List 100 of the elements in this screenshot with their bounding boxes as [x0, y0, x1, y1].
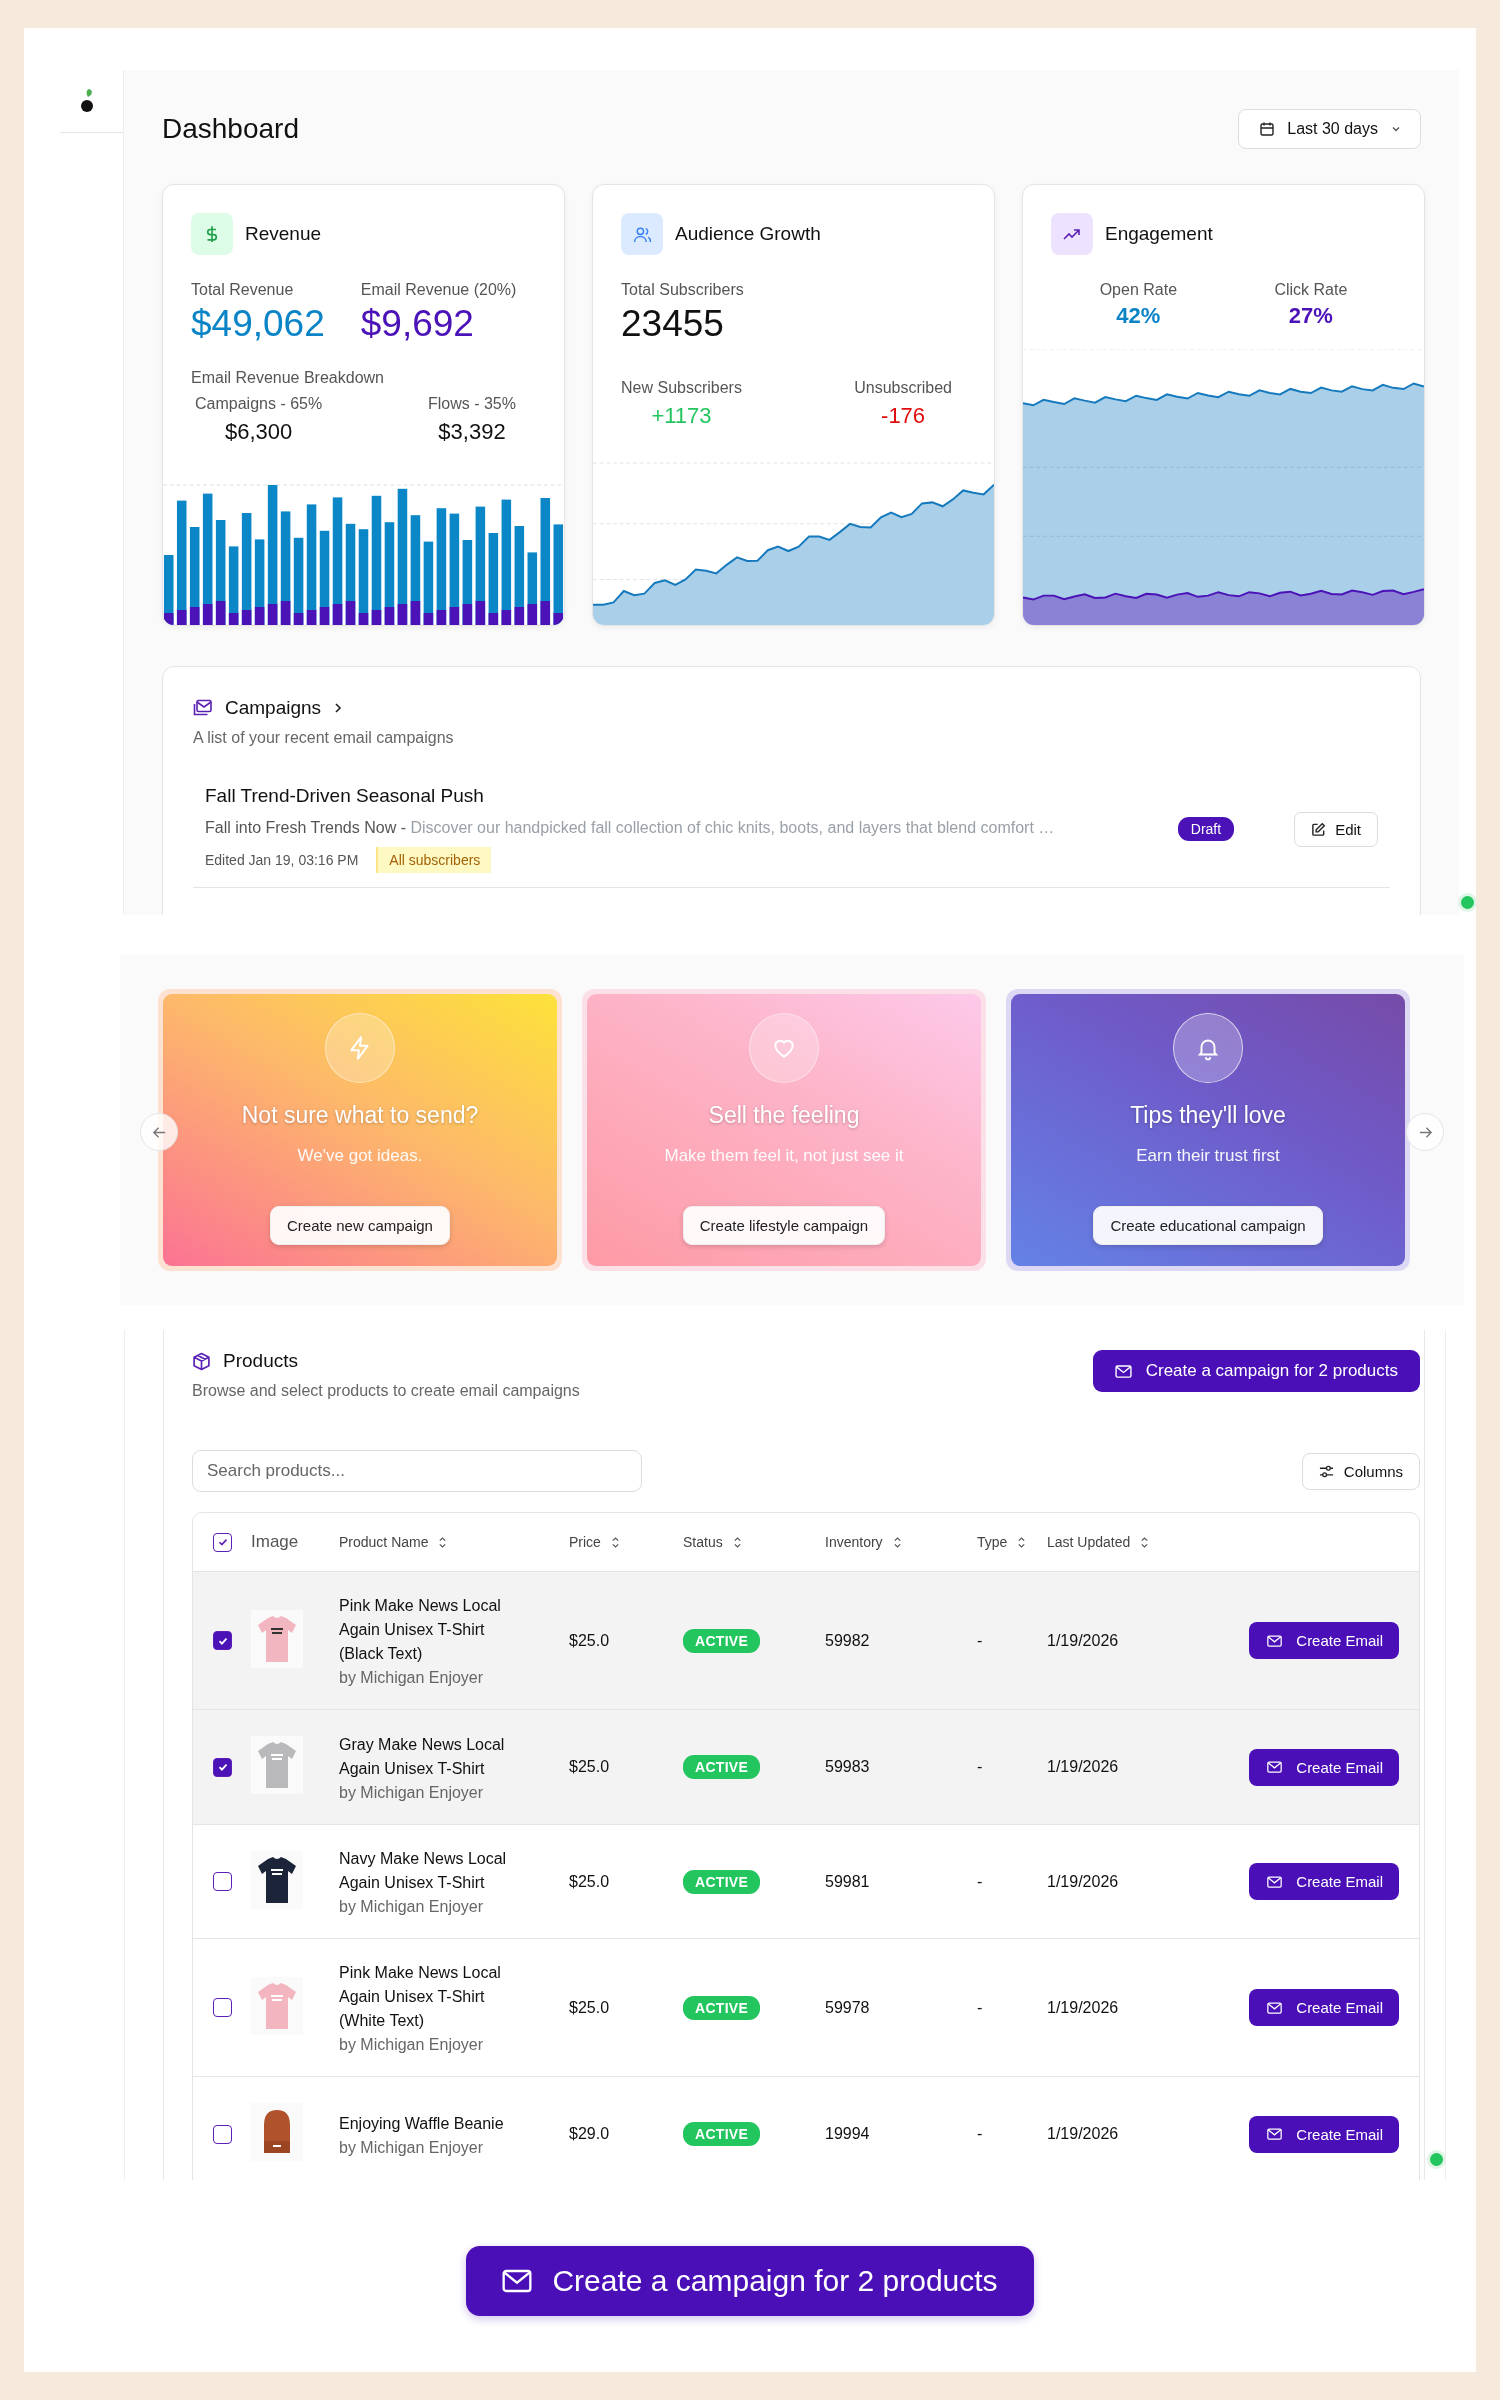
column-header[interactable]: Product Name — [339, 1534, 448, 1550]
card-title: Engagement — [1105, 223, 1213, 245]
create-campaign-button[interactable]: Create a campaign for 2 products — [466, 2246, 1034, 2316]
create-email-button[interactable]: Create Email — [1249, 1989, 1399, 2026]
stat-label: Open Rate — [1099, 281, 1178, 299]
sort-icon — [610, 1535, 620, 1549]
calendar-icon — [1259, 121, 1276, 137]
sort-icon — [438, 1535, 448, 1549]
create-campaign-button[interactable]: Create a campaign for 2 products — [1092, 1350, 1420, 1392]
create-campaign-button[interactable]: Create lifestyle campaign — [682, 1206, 886, 1245]
users-icon — [621, 213, 663, 255]
date-cell: 1/19/2026 — [1047, 1758, 1119, 1775]
type-cell: - — [977, 2125, 983, 2142]
section-label: Email Revenue Breakdown — [191, 369, 385, 387]
stat-value: $49,062 — [191, 303, 325, 345]
edit-button[interactable]: Edit — [1294, 811, 1378, 847]
campaign-preview: Fall into Fresh Trends Now - Discover our handpicked fall collection of chic knits, boots, and layers that blend comfort … — [205, 819, 1056, 837]
product-vendor: by Michigan Enjoyer — [339, 2138, 485, 2157]
idea-subtitle: Earn their trust first — [1136, 1146, 1280, 1166]
logo-icon[interactable] — [80, 88, 96, 114]
page-title: Dashboard — [162, 113, 299, 145]
date-cell: 1/19/2026 — [1047, 1631, 1119, 1649]
sort-icon — [892, 1535, 902, 1549]
mail-icon — [1267, 2001, 1283, 2014]
column-header[interactable]: Inventory — [825, 1534, 902, 1550]
row-checkbox[interactable] — [213, 1631, 232, 1650]
status-badge: Draft — [1177, 817, 1235, 841]
type-cell: - — [977, 1758, 983, 1775]
check-icon — [216, 1536, 229, 1548]
mail-stack-icon — [193, 699, 213, 717]
stat-value: 23455 — [621, 303, 725, 345]
stat-label: Unsubscribed — [854, 379, 952, 397]
chevron-right-icon[interactable] — [333, 702, 344, 714]
card-title: Revenue — [245, 223, 322, 245]
price-cell: $25.0 — [569, 1998, 610, 2016]
select-all-checkbox[interactable] — [213, 1532, 232, 1552]
price-cell: $29.0 — [569, 2125, 610, 2142]
price-cell: $25.0 — [569, 1872, 610, 1890]
inventory-cell: 59982 — [825, 1631, 870, 1649]
status-dot — [1461, 896, 1474, 909]
status-badge: ACTIVE — [683, 1628, 761, 1653]
audience-tag: All subscribers — [376, 847, 492, 873]
price-cell: $25.0 — [569, 1631, 610, 1649]
inventory-cell: 59983 — [825, 1758, 870, 1775]
status-badge: ACTIVE — [683, 1995, 761, 2020]
idea-subtitle: Make them feel it, not just see it — [664, 1146, 904, 1166]
row-checkbox[interactable] — [213, 1998, 232, 2017]
revenue-bar — [163, 555, 174, 625]
product-name: Gray Make News Local Again Unisex T-Shirt — [339, 1734, 506, 1779]
row-checkbox[interactable] — [213, 1757, 232, 1777]
idea-title: Sell the feeling — [708, 1102, 860, 1129]
column-header[interactable]: Last Updated — [1047, 1534, 1150, 1550]
idea-title: Not sure what to send? — [241, 1102, 479, 1129]
create-campaign-button[interactable]: Create educational campaign — [1093, 1206, 1323, 1245]
status-dot — [1430, 2153, 1443, 2166]
column-header[interactable]: Status — [683, 1534, 742, 1550]
stat-value: -176 — [880, 403, 927, 429]
create-campaign-button[interactable]: Create new campaign — [270, 1206, 450, 1245]
inventory-cell: 19994 — [825, 2125, 870, 2142]
stat-value: $9,692 — [360, 303, 475, 345]
status-badge: ACTIVE — [683, 1869, 761, 1894]
create-email-button[interactable]: Create Email — [1249, 1863, 1399, 1900]
create-email-button[interactable]: Create Email — [1249, 2115, 1399, 2153]
inventory-cell: 59981 — [825, 1872, 870, 1890]
column-header[interactable]: Price — [569, 1534, 620, 1550]
product-name: Enjoying Waffle Beanie — [339, 2113, 505, 2134]
columns-button[interactable]: Columns — [1301, 1452, 1420, 1490]
create-email-button[interactable]: Create Email — [1249, 1748, 1399, 1786]
trend-up-icon — [1051, 213, 1093, 255]
sort-icon — [1017, 1535, 1027, 1549]
sort-icon — [1140, 1535, 1150, 1549]
stat-label: Total Revenue — [191, 281, 295, 299]
lightning-icon — [326, 1014, 394, 1082]
card-title: Audience Growth — [675, 223, 821, 245]
status-badge: ACTIVE — [683, 1755, 761, 1779]
sliders-icon — [1318, 1463, 1334, 1479]
product-vendor: by Michigan Enjoyer — [339, 1898, 485, 1916]
sort-icon — [732, 1535, 742, 1549]
stat-value: $6,300 — [223, 419, 294, 445]
search-field[interactable]: Search products... — [192, 1450, 642, 1492]
stat-label: Total Subscribers — [621, 281, 745, 299]
bell-icon — [1174, 1014, 1242, 1082]
column-header[interactable]: Type — [977, 1534, 1027, 1550]
product-name: Pink Make News Local Again Unisex T-Shirt (Black Text) — [339, 1596, 502, 1664]
status-badge: ACTIVE — [683, 2122, 761, 2146]
row-checkbox[interactable] — [213, 2124, 232, 2144]
section-subtitle: Browse and select products to create email campaigns — [192, 1382, 580, 1400]
mail-icon — [1114, 1364, 1132, 1378]
date-range-dropdown[interactable]: Last 30 days — [1238, 109, 1421, 149]
product-name: Pink Make News Local Again Unisex T-Shirt (White Text) — [339, 1963, 502, 2031]
product-vendor: by Michigan Enjoyer — [339, 2036, 485, 2054]
create-email-button[interactable]: Create Email — [1249, 1622, 1399, 1659]
row-checkbox[interactable] — [213, 1872, 232, 1891]
stat-value: +1173 — [650, 403, 713, 429]
campaigns-link[interactable]: Campaigns — [225, 697, 322, 719]
campaign-name: Fall Trend-Driven Seasonal Push — [205, 785, 485, 807]
column-header: Image — [251, 1532, 299, 1551]
mail-icon — [1267, 1761, 1283, 1773]
idea-subtitle: We've got ideas. — [297, 1146, 423, 1166]
box-icon — [192, 1351, 211, 1371]
